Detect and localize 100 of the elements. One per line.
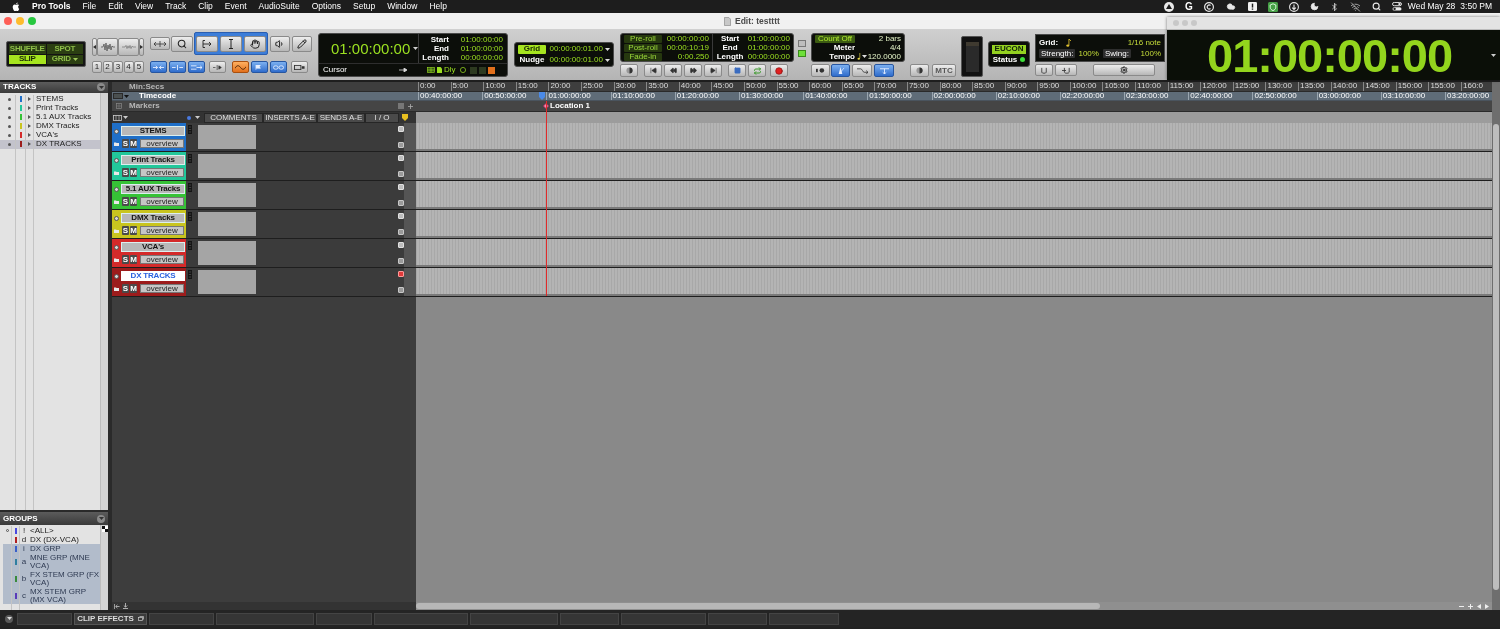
column-header[interactable]: INSERTS A-E — [263, 112, 317, 123]
tab-to-transient-button[interactable] — [270, 61, 287, 73]
bottom-tab[interactable]: CLIP EFFECTS — [74, 612, 147, 625]
track-name-button[interactable]: STEMS — [121, 126, 185, 136]
grid-value[interactable]: 1/16 note — [1127, 38, 1161, 47]
roll-toggle-button[interactable]: Post-roll — [624, 43, 662, 52]
track-list-row[interactable]: STEMS — [0, 94, 100, 104]
marker-label[interactable]: Location 1 — [550, 102, 590, 110]
track-options-button[interactable] — [114, 128, 119, 134]
midi-value[interactable]: 2 bars — [878, 34, 901, 43]
selection-value[interactable]: 01:00:00:00 — [747, 43, 790, 52]
wait-for-note-button[interactable] — [811, 64, 830, 77]
mute-button[interactable]: M — [130, 284, 137, 293]
comments-field[interactable] — [198, 270, 256, 294]
record-button[interactable] — [770, 64, 788, 77]
selection-value[interactable]: 01:00:00:00 — [747, 34, 790, 43]
solo-button[interactable]: S — [122, 255, 129, 264]
zoom-preset-button[interactable]: 1 — [92, 61, 102, 73]
menu-item[interactable]: Setup — [353, 2, 376, 11]
count-off-button[interactable]: Count Off — [815, 34, 855, 43]
roll-value[interactable]: 0:00.250 — [677, 52, 709, 61]
vertical-scrollbar[interactable] — [100, 525, 108, 610]
grid-nudge-value[interactable]: 00:00:00:01.00 — [549, 45, 603, 53]
mute-button[interactable]: M — [130, 168, 137, 177]
scrollbar-thumb[interactable] — [416, 603, 1100, 609]
column-header[interactable]: I / O — [365, 112, 399, 123]
insertion-follows-button[interactable] — [251, 61, 268, 73]
zoom-preset-button[interactable]: 3 — [113, 61, 123, 73]
track-list-row[interactable]: Print Tracks — [0, 103, 100, 113]
settings-button[interactable] — [1093, 64, 1155, 76]
online-button[interactable] — [620, 64, 638, 77]
selection-value[interactable]: 00:00:00:00 — [747, 52, 790, 61]
menu-item[interactable]: File — [82, 2, 97, 11]
view-selector-button[interactable]: overview — [140, 284, 184, 293]
zoom-button[interactable] — [28, 17, 36, 25]
vertical-scrollbar[interactable] — [100, 92, 108, 511]
trim-tool-button[interactable] — [196, 35, 218, 52]
menu-item[interactable]: Options — [311, 2, 341, 11]
comments-field[interactable] — [198, 125, 256, 149]
zoom-preset-button[interactable]: 4 — [123, 61, 134, 73]
edit-mode-button[interactable]: GRID — [46, 54, 83, 64]
track-options-button[interactable] — [114, 186, 119, 192]
edit-mode-button[interactable]: SPOT — [46, 44, 83, 54]
menu-item[interactable]: Help — [429, 2, 447, 11]
menu-extra-letter[interactable]: G — [1185, 1, 1193, 12]
menu-item[interactable]: Window — [387, 2, 418, 11]
view-selector-button[interactable]: overview — [140, 226, 184, 235]
merge-button[interactable] — [852, 64, 872, 77]
column-header[interactable]: SENDS A-E — [317, 112, 365, 123]
grid-nudge-value[interactable]: 00:00:00:01.00 — [549, 56, 603, 64]
vertical-scrollbar[interactable] — [1492, 82, 1500, 610]
track-options-button[interactable] — [114, 273, 119, 279]
grid-nudge-mode-button[interactable]: Nudge — [518, 55, 546, 65]
track-list-row[interactable]: VCA's — [0, 130, 100, 140]
smart-tool-group[interactable] — [194, 32, 268, 55]
link-toggle-button[interactable] — [232, 61, 249, 73]
rewind-button[interactable] — [664, 64, 682, 77]
grabber-tool-button[interactable] — [244, 35, 266, 52]
view-selector-button[interactable]: overview — [140, 168, 184, 177]
track-name-button[interactable]: 5.1 AUX Tracks — [121, 184, 185, 194]
solo-button[interactable]: S — [122, 168, 129, 177]
roll-value[interactable]: 00:00:10:19 — [666, 43, 709, 52]
online-sync-button[interactable] — [910, 64, 929, 77]
bottom-menu-button[interactable] — [5, 614, 13, 623]
menu-item[interactable]: View — [134, 2, 154, 11]
midi-value[interactable]: 4/4 — [889, 43, 901, 52]
panel-menu-button[interactable] — [97, 514, 105, 523]
track-name-button[interactable]: DMX Tracks — [121, 213, 185, 223]
menu-item[interactable]: Clip — [198, 2, 213, 11]
zoom-tool-button[interactable] — [171, 35, 193, 52]
view-selector-button[interactable]: overview — [140, 197, 184, 206]
return-to-zero-button[interactable] — [644, 64, 662, 77]
edit-link-button[interactable] — [188, 61, 205, 73]
midi-value[interactable]: 120.0000 — [867, 52, 901, 61]
midi-input-button[interactable] — [874, 64, 894, 77]
mirror-edit-button[interactable] — [291, 61, 308, 73]
app-name-menu[interactable]: Pro Tools — [32, 2, 71, 11]
track-options-button[interactable] — [114, 215, 119, 221]
scrub-tool-button[interactable] — [270, 35, 290, 52]
panel-menu-button[interactable] — [97, 83, 105, 92]
mute-button[interactable]: M — [130, 255, 137, 264]
selection-value[interactable]: 00:00:00:00 — [460, 53, 503, 62]
main-counter-time[interactable]: 01:00:00:00 — [331, 41, 411, 56]
edit-mode-button[interactable]: SLIP — [9, 54, 46, 64]
selection-value[interactable]: 01:00:00:00 — [460, 44, 503, 53]
waveform-zoom-in-button[interactable] — [97, 38, 118, 56]
view-selector-button[interactable]: overview — [140, 255, 184, 264]
zoom-toggle-button[interactable] — [150, 37, 170, 50]
roll-toggle-button[interactable]: Pre-roll — [624, 34, 662, 43]
roll-toggle-button[interactable]: Fade-in — [624, 52, 662, 61]
strength-value[interactable]: 100% — [1078, 49, 1099, 58]
edit-link-button[interactable] — [209, 61, 226, 73]
edit-mode-button[interactable]: SHUFFLE — [9, 44, 46, 54]
mute-button[interactable]: M — [130, 197, 137, 206]
go-to-end-button[interactable] — [704, 64, 722, 77]
mute-button[interactable]: M — [130, 226, 137, 235]
zoom-in-arrow-button[interactable] — [139, 38, 144, 56]
column-header[interactable]: COMMENTS — [204, 112, 263, 123]
comments-field[interactable] — [198, 212, 256, 236]
edit-link-button[interactable] — [150, 61, 167, 73]
